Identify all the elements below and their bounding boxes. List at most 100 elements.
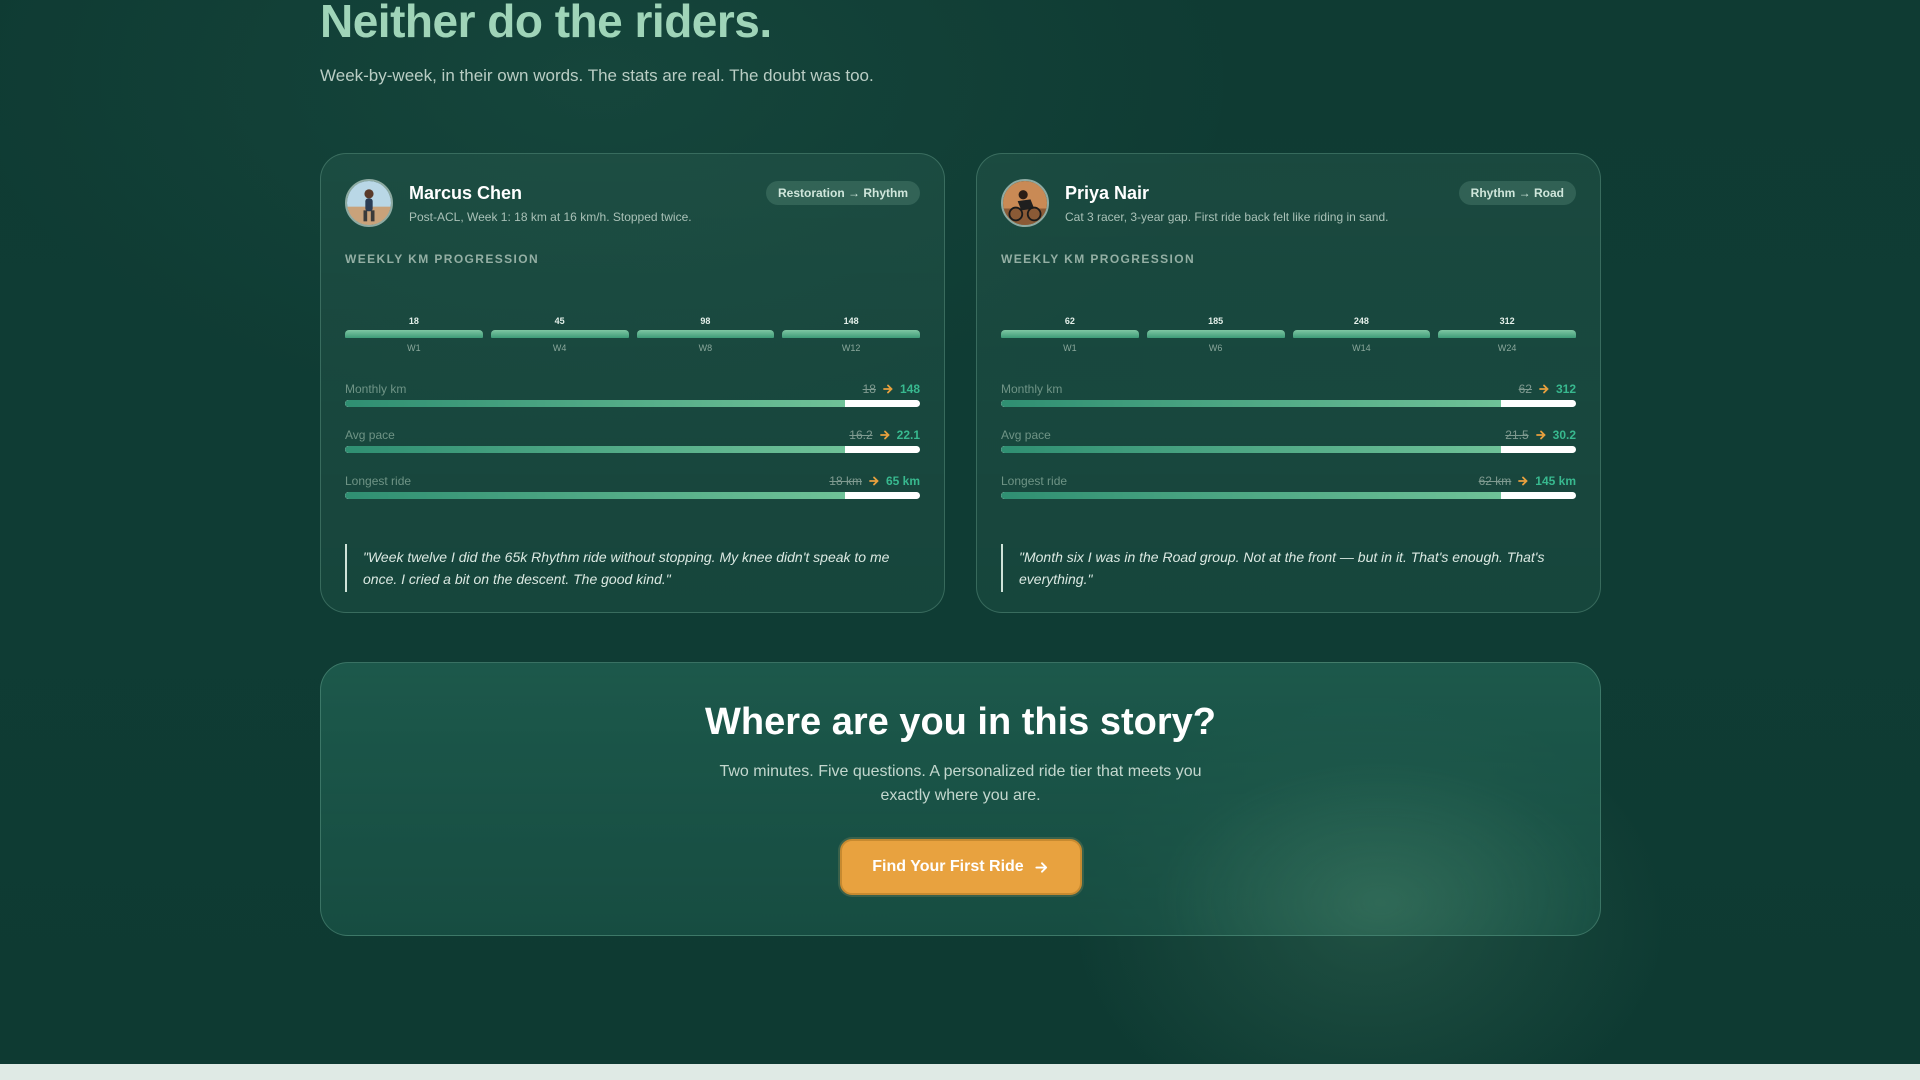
find-first-ride-button[interactable]: Find Your First Ride bbox=[839, 839, 1082, 895]
cta-button-label: Find Your First Ride bbox=[872, 858, 1024, 875]
cta-panel: Where are you in this story? Two minutes… bbox=[320, 662, 1601, 936]
arrow-right-icon bbox=[1517, 475, 1529, 487]
week-column: 148 W12 bbox=[782, 316, 920, 366]
tier-badge: Restoration → Rhythm bbox=[765, 181, 920, 205]
week-bar bbox=[1438, 330, 1576, 338]
cta-title: Where are you in this story? bbox=[705, 701, 1216, 743]
week-value: 98 bbox=[700, 316, 711, 326]
metric-after: 312 bbox=[1555, 382, 1576, 396]
tier-badge: Rhythm → Road bbox=[1458, 181, 1576, 205]
metric-after: 30.2 bbox=[1552, 428, 1576, 442]
rider-quote: "Week twelve I did the 65k Rhythm ride w… bbox=[345, 544, 920, 592]
page-subtitle: Week-by-week, in their own words. The st… bbox=[320, 66, 874, 85]
rider-note: Post-ACL, Week 1: 18 km at 16 km/h. Stop… bbox=[409, 210, 692, 224]
arrow-right-icon bbox=[879, 429, 891, 441]
rider-name: Priya Nair bbox=[1065, 183, 1150, 203]
cta-subtitle: Two minutes. Five questions. A personali… bbox=[719, 763, 1202, 804]
metric-name: Avg pace bbox=[345, 428, 395, 442]
metric-name: Avg pace bbox=[1001, 428, 1051, 442]
metric-progress-track bbox=[345, 446, 920, 453]
metric-after: 145 km bbox=[1535, 474, 1576, 488]
week-bar bbox=[1146, 330, 1285, 338]
weekly-km-bars: 62 W1 185 W6 248 W14 312 W24 bbox=[1001, 316, 1576, 366]
metric-after: 65 km bbox=[885, 474, 920, 488]
metric-values: 18 km 65 km bbox=[829, 474, 920, 488]
metric-name: Longest ride bbox=[345, 474, 412, 488]
metric-longest-ride: Longest ride 62 km 145 km bbox=[1001, 474, 1576, 504]
metric-progress-track bbox=[1001, 492, 1576, 499]
metric-before: 62 km bbox=[1478, 474, 1512, 488]
metric-progress-track bbox=[1001, 400, 1576, 407]
week-label: W6 bbox=[1208, 343, 1223, 353]
week-column: 312 W24 bbox=[1438, 316, 1576, 366]
arrow-right-icon bbox=[1034, 860, 1049, 875]
week-label: W12 bbox=[841, 343, 861, 353]
metric-before: 62 bbox=[1518, 382, 1532, 396]
week-value: 148 bbox=[843, 316, 859, 326]
arrow-right-icon bbox=[1538, 383, 1550, 395]
week-bar bbox=[1292, 330, 1431, 338]
week-bar bbox=[490, 330, 629, 338]
week-value: 185 bbox=[1208, 316, 1224, 326]
week-column: 185 W6 bbox=[1146, 316, 1285, 366]
metric-before: 18 km bbox=[829, 474, 862, 488]
week-value: 62 bbox=[1064, 316, 1075, 326]
section-label: WEEKLY KM PROGRESSION bbox=[1001, 252, 1196, 266]
metric-name: Longest ride bbox=[1001, 474, 1068, 488]
metric-progress-fill bbox=[1001, 446, 1502, 453]
week-bar bbox=[345, 330, 483, 338]
metric-values: 16.2 22.1 bbox=[849, 428, 920, 442]
metric-after: 22.1 bbox=[896, 428, 920, 442]
rider-photo-icon bbox=[347, 181, 391, 225]
metric-before: 18 bbox=[862, 382, 876, 396]
avatar bbox=[345, 179, 393, 227]
metric-longest-ride: Longest ride 18 km 65 km bbox=[345, 474, 920, 504]
rider-photo-icon bbox=[1003, 181, 1047, 225]
rider-note: Cat 3 racer, 3-year gap. First ride back… bbox=[1065, 210, 1389, 224]
metric-values: 18 148 bbox=[863, 382, 920, 396]
page-footer-edge bbox=[0, 1064, 1920, 1080]
metric-monthly-km: Monthly km 62 312 bbox=[1001, 382, 1576, 412]
week-value: 45 bbox=[554, 316, 565, 326]
metric-progress-fill bbox=[345, 492, 846, 499]
arrow-right-icon bbox=[868, 475, 880, 487]
week-value: 312 bbox=[1499, 316, 1515, 326]
week-column: 248 W14 bbox=[1292, 316, 1431, 366]
page-title: Neither do the riders. bbox=[320, 0, 772, 47]
metric-values: 62 km 145 km bbox=[1479, 474, 1576, 488]
metric-before: 21.5 bbox=[1505, 428, 1529, 442]
week-label: W14 bbox=[1352, 343, 1371, 353]
rider-name: Marcus Chen bbox=[409, 183, 523, 203]
week-label: W24 bbox=[1497, 343, 1517, 353]
avatar bbox=[1001, 179, 1049, 227]
metric-before: 16.2 bbox=[849, 428, 873, 442]
metric-monthly-km: Monthly km 18 148 bbox=[345, 382, 920, 412]
metric-avg-pace: Avg pace 16.2 22.1 bbox=[345, 428, 920, 458]
week-label: W1 bbox=[1063, 343, 1077, 353]
week-column: 18 W1 bbox=[345, 316, 483, 366]
arrow-right-icon bbox=[1535, 429, 1547, 441]
rider-card-marcus: Marcus Chen Post-ACL, Week 1: 18 km at 1… bbox=[320, 153, 945, 613]
week-bar bbox=[1001, 330, 1139, 338]
week-value: 18 bbox=[408, 316, 419, 326]
metric-after: 148 bbox=[899, 382, 920, 396]
metric-name: Monthly km bbox=[345, 382, 407, 396]
metric-progress-track bbox=[1001, 446, 1576, 453]
week-label: W1 bbox=[407, 343, 421, 353]
metric-values: 21.5 30.2 bbox=[1505, 428, 1576, 442]
week-column: 62 W1 bbox=[1001, 316, 1139, 366]
section-label: WEEKLY KM PROGRESSION bbox=[345, 252, 540, 266]
rider-quote: "Month six I was in the Road group. Not … bbox=[1001, 544, 1576, 592]
metric-progress-fill bbox=[345, 400, 846, 407]
week-value: 248 bbox=[1353, 316, 1369, 326]
metric-progress-fill bbox=[345, 446, 846, 453]
week-label: W4 bbox=[552, 343, 567, 353]
week-label: W8 bbox=[698, 343, 713, 353]
metric-progress-track bbox=[345, 492, 920, 499]
weekly-km-bars: 18 W1 45 W4 98 W8 148 W12 bbox=[345, 316, 920, 366]
week-bar bbox=[636, 330, 775, 338]
week-column: 45 W4 bbox=[490, 316, 629, 366]
rider-card-priya: Priya Nair Cat 3 racer, 3-year gap. Firs… bbox=[976, 153, 1601, 613]
metric-progress-track bbox=[345, 400, 920, 407]
metric-avg-pace: Avg pace 21.5 30.2 bbox=[1001, 428, 1576, 458]
